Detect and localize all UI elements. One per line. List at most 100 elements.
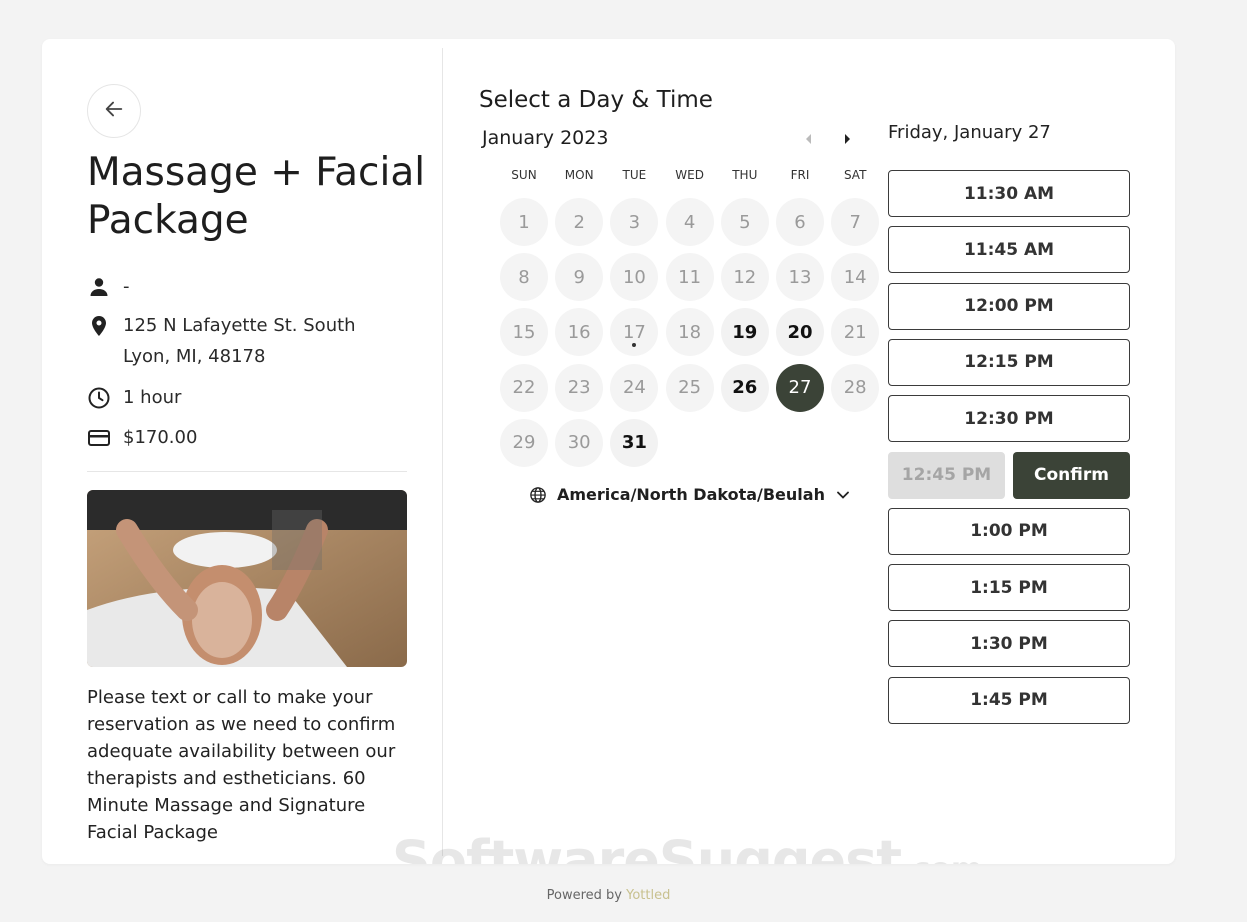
day-number: 20	[787, 321, 813, 343]
duration-text: 1 hour	[123, 387, 182, 408]
calendar-day-20[interactable]: 20	[776, 308, 824, 357]
day-number: 22	[512, 377, 536, 399]
time-slot-12-15-pm[interactable]: 12:15 PM	[888, 338, 1130, 386]
time-slot-11-45-am[interactable]: 11:45 AM	[888, 226, 1130, 274]
day-number: 13	[788, 266, 812, 288]
calendar-day-29: 29	[500, 418, 548, 467]
location-pin-icon	[87, 310, 123, 341]
panel-divider	[442, 48, 443, 856]
calendar-day-9: 9	[555, 253, 604, 302]
day-number: 23	[567, 377, 591, 399]
back-button[interactable]	[87, 84, 141, 138]
clock-icon	[87, 382, 123, 413]
calendar-day-2: 2	[555, 198, 604, 246]
person-icon	[87, 271, 123, 302]
day-number: 4	[683, 211, 696, 233]
calendar-day-19[interactable]: 19	[720, 308, 769, 357]
credit-card-icon	[87, 422, 123, 453]
brand-link[interactable]: Yottled	[626, 888, 670, 903]
location-text: 125 N Lafayette St. South Lyon, MI, 4817…	[123, 315, 356, 367]
calendar-panel: Select a Day & Time January 2023 SUN MON T…	[479, 39, 880, 864]
details-divider	[87, 471, 407, 472]
weekday-sun: SUN	[511, 168, 537, 182]
time-slot-12-30-pm[interactable]: 12:30 PM	[888, 395, 1130, 443]
arrow-left-icon	[103, 98, 125, 124]
watermark-text: SoftwareSuggest	[392, 829, 902, 864]
time-slot-1-45-pm[interactable]: 1:45 PM	[888, 676, 1130, 724]
facial-treatment-photo	[87, 490, 407, 667]
time-slot-1-30-pm[interactable]: 1:30 PM	[888, 620, 1130, 668]
calendar-day-10: 10	[610, 253, 659, 302]
calendar-day-12: 12	[720, 253, 769, 302]
time-slot-1-15-pm[interactable]: 1:15 PM	[888, 564, 1130, 612]
time-slot-1-00-pm[interactable]: 1:00 PM	[888, 507, 1130, 555]
day-number: 10	[622, 266, 646, 288]
booking-card: Massage + Facial Package - 125 N Lafayet…	[42, 39, 1175, 864]
calendar-day-13: 13	[776, 253, 824, 302]
weekday-tue: TUE	[622, 168, 647, 182]
weekday-thu: THU	[732, 168, 758, 182]
day-number: 26	[732, 377, 758, 399]
calendar-day-21: 21	[831, 308, 880, 357]
confirm-button[interactable]: Confirm	[1013, 451, 1130, 499]
calendar-day-30: 30	[555, 418, 604, 467]
day-number: 3	[628, 211, 641, 233]
previous-month-button[interactable]	[799, 129, 819, 149]
event-description: Please text or call to make your reserva…	[87, 687, 396, 843]
host-row: -	[87, 271, 403, 302]
chevron-right-icon	[842, 130, 852, 149]
day-number: 5	[739, 211, 751, 233]
day-number: 18	[678, 321, 702, 343]
calendar-day-25: 25	[665, 363, 714, 412]
today-indicator	[632, 343, 637, 348]
day-number: 29	[512, 432, 536, 454]
calendar-day-15: 15	[500, 308, 548, 357]
day-number: 17	[622, 321, 646, 343]
day-number: 31	[621, 432, 647, 454]
day-number: 19	[732, 321, 758, 343]
calendar-day-22: 22	[500, 363, 548, 412]
calendar-day-18: 18	[665, 308, 714, 357]
chevron-left-icon	[804, 130, 814, 149]
calendar-day-26[interactable]: 26	[720, 363, 769, 412]
calendar-day-27[interactable]: 27	[776, 363, 824, 412]
weekday-wed: WED	[675, 168, 704, 182]
day-number: 8	[518, 266, 530, 288]
day-number: 28	[843, 377, 867, 399]
duration-row: 1 hour	[87, 382, 403, 413]
calendar-day-4: 4	[665, 198, 714, 246]
calendar-day-7: 7	[831, 198, 880, 246]
day-number: 11	[678, 266, 702, 288]
day-number: 7	[849, 211, 861, 233]
calendar-day-28: 28	[831, 363, 880, 412]
next-month-button[interactable]	[837, 129, 857, 149]
select-day-heading: Select a Day & Time	[479, 87, 713, 113]
calendar-day-16: 16	[555, 308, 604, 357]
price-row: $170.00	[87, 422, 403, 453]
time-slot-11-30-am[interactable]: 11:30 AM	[888, 170, 1130, 217]
time-slot-12-00-pm[interactable]: 12:00 PM	[888, 282, 1130, 330]
watermark: SoftwareSuggest.com	[392, 829, 982, 864]
calendar-day-3: 3	[610, 198, 659, 246]
price-text: $170.00	[123, 427, 198, 448]
host-text: -	[123, 276, 130, 297]
day-number: 6	[794, 211, 806, 233]
day-number: 16	[567, 321, 591, 343]
calendar-day-6: 6	[776, 198, 824, 246]
day-number: 14	[843, 266, 867, 288]
calendar-day-1: 1	[500, 198, 548, 246]
timezone-label: America/North Dakota/Beulah	[557, 485, 825, 504]
timezone-selector[interactable]: America/North Dakota/Beulah	[529, 485, 849, 504]
weekday-fri: FRI	[790, 168, 810, 182]
calendar-day-11: 11	[665, 253, 714, 302]
time-slots-panel: Friday, January 27 11:30 AM 11:45 AM 12:00…	[887, 39, 1147, 864]
weekday-sat: SAT	[843, 168, 867, 182]
chevron-down-icon	[837, 491, 849, 499]
day-number: 27	[788, 377, 812, 399]
calendar-day-31[interactable]: 31	[610, 418, 659, 467]
day-number: 2	[573, 211, 585, 233]
time-slot-12-45-pm[interactable]: 12:45 PM	[888, 451, 1005, 499]
day-number: 25	[678, 377, 702, 399]
powered-by-footer: Powered by Yottled	[0, 888, 1217, 903]
powered-by-text: Powered by	[546, 888, 627, 903]
